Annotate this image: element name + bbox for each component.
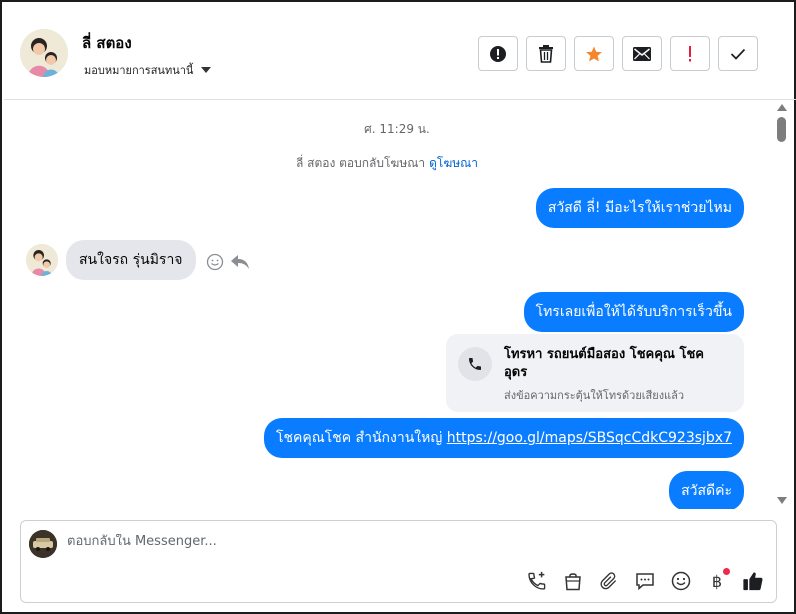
phone-icon-wrap: [458, 347, 492, 381]
contact-name: ลี่ สตอง: [82, 34, 132, 52]
contact-avatar[interactable]: [20, 29, 68, 77]
assign-conversation-dropdown[interactable]: มอบหมายการสนทนานี้: [84, 61, 212, 79]
baht-icon: ฿: [711, 571, 723, 591]
emoji-button[interactable]: [668, 568, 694, 594]
star-button[interactable]: [574, 36, 614, 71]
composer-tools: ฿: [524, 568, 766, 594]
view-ad-link[interactable]: ดูโฆษณา: [429, 156, 478, 170]
spam-button[interactable]: [478, 36, 518, 71]
trash-icon: [539, 44, 553, 63]
mark-unread-button[interactable]: [622, 36, 662, 71]
saved-replies-button[interactable]: [632, 568, 658, 594]
like-button[interactable]: [740, 568, 766, 594]
delete-button[interactable]: [526, 36, 566, 71]
thread-scrollbar[interactable]: [774, 101, 790, 509]
outgoing-message[interactable]: สวัสดี ลี่! มีอะไรให้เราช่วยไหม: [535, 188, 744, 228]
contact-avatar-small[interactable]: [26, 244, 58, 276]
emoji-icon: [671, 571, 691, 591]
reply-input[interactable]: [67, 534, 747, 549]
ad-reply-notice: ลี่ สตอง ตอบกลับโฆษณา ดูโฆษณา: [4, 154, 770, 173]
conversation-window: ลี่ สตอง มอบหมายการสนทนานี้ ศ. 11:29 น. …: [0, 0, 796, 614]
maps-link[interactable]: https://goo.gl/maps/SBSqcCdkC923sjbx7: [447, 430, 732, 446]
paperclip-icon: [600, 572, 617, 590]
shop-button[interactable]: [560, 568, 586, 594]
scroll-thumb[interactable]: [777, 117, 786, 142]
saved-reply-icon: [636, 573, 654, 591]
follow-up-button[interactable]: [670, 36, 710, 71]
reply-arrow-icon[interactable]: [230, 253, 250, 271]
caret-down-icon: [201, 67, 212, 73]
message-text: โชคคุณโชค สำนักงานใหญ่: [275, 430, 447, 446]
call-plus-icon: [528, 571, 546, 590]
notification-dot: [723, 568, 730, 575]
call-card-title: โทรหา รถยนต์มือสอง โชคคุณ โชค อุดร: [504, 347, 705, 380]
exclamation-icon: [689, 45, 691, 61]
reply-composer: ฿: [20, 520, 777, 603]
envelope-icon: [633, 46, 651, 61]
payment-button[interactable]: ฿: [704, 568, 730, 594]
mark-done-button[interactable]: [718, 36, 758, 71]
thread-timestamp: ศ. 11:29 น.: [364, 122, 430, 136]
call-request-card[interactable]: โทรหา รถยนต์มือสอง โชคคุณ โชค อุดร ส่งข้…: [446, 334, 744, 412]
message-tools: [206, 253, 250, 271]
call-card-subtitle: ส่งข้อความกระตุ้นให้โทรด้วยเสียงแล้ว: [504, 389, 685, 402]
outgoing-message[interactable]: สวัสดีค่ะ: [669, 471, 744, 509]
attach-button[interactable]: [596, 568, 622, 594]
message-thread[interactable]: ศ. 11:29 น. ลี่ สตอง ตอบกลับโฆษณา ดูโฆษณา…: [4, 101, 774, 509]
assign-label: มอบหมายการสนทนานี้: [84, 64, 194, 77]
alert-circle-icon: [490, 45, 506, 62]
call-button[interactable]: [524, 568, 550, 594]
check-icon: [730, 48, 746, 60]
header-actions: [478, 36, 758, 71]
page-avatar: [29, 530, 57, 558]
conversation-header: ลี่ สตอง มอบหมายการสนทนานี้: [4, 4, 796, 100]
scroll-up-arrow-icon[interactable]: [777, 104, 787, 111]
incoming-message[interactable]: สนใจรถ รุ่นมิราจ: [66, 240, 196, 280]
ad-reply-text: ลี่ สตอง ตอบกลับโฆษณา: [295, 156, 426, 170]
shopping-bag-icon: [565, 573, 581, 591]
scroll-down-arrow-icon[interactable]: [777, 497, 787, 504]
thumbs-up-icon: [743, 572, 763, 591]
outgoing-message-with-link[interactable]: โชคคุณโชค สำนักงานใหญ่ https://goo.gl/ma…: [263, 418, 744, 458]
outgoing-message[interactable]: โทรเลยเพื่อให้ได้รับบริการเร็วขึ้น: [523, 292, 744, 332]
star-icon: [586, 46, 602, 61]
react-emoji-icon[interactable]: [206, 253, 224, 271]
phone-icon: [469, 358, 481, 370]
